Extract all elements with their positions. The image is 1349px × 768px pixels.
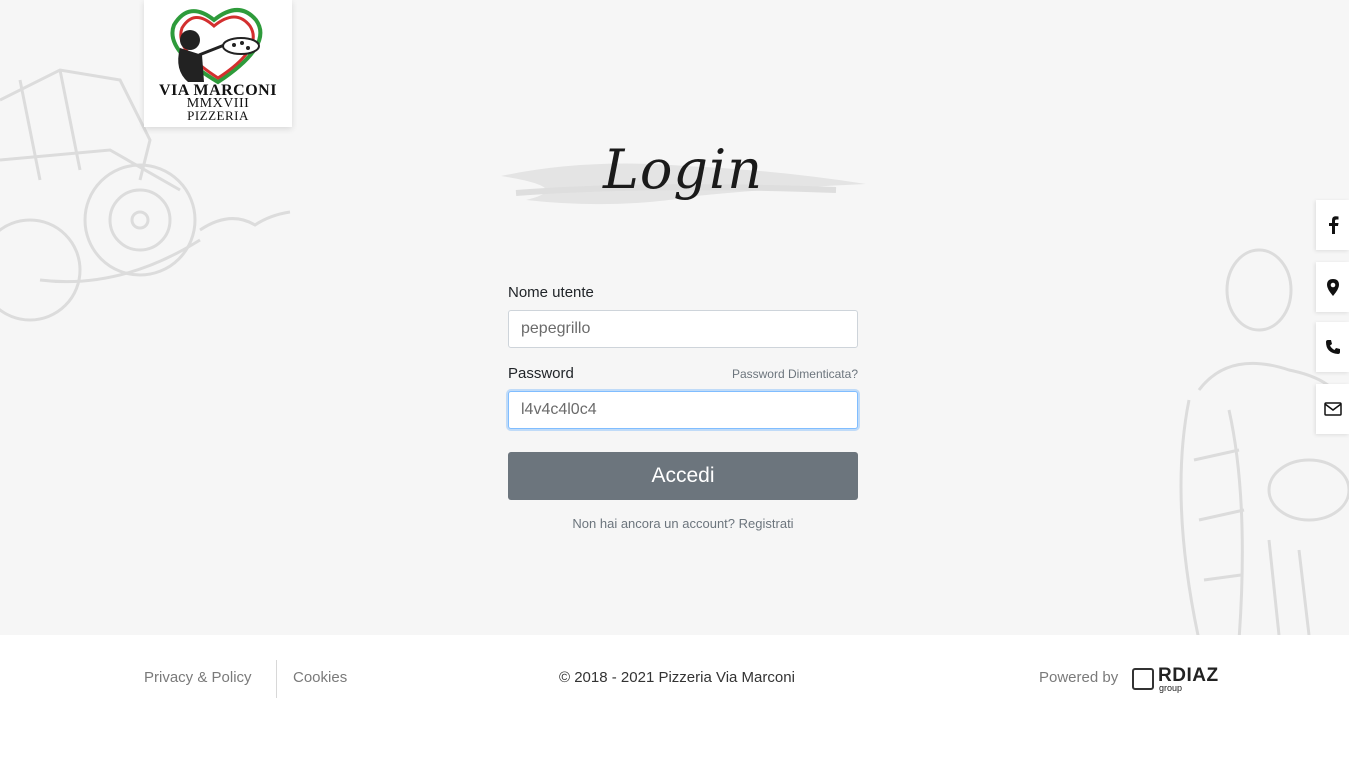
email-button[interactable] [1316,384,1349,434]
pizzeria-chef-logo-icon [170,8,263,85]
password-input[interactable] [508,391,858,429]
page-title: Login [603,138,763,201]
forgot-password-link[interactable]: Password Dimenticata? [732,367,858,381]
logo-subtitle: PIZZERIA [187,108,249,123]
facebook-button[interactable] [1316,200,1349,250]
username-label: Nome utente [508,284,594,301]
copyright-text: © 2018 - 2021 Pizzeria Via Marconi [559,669,795,686]
brand-logo-icon [1132,668,1154,690]
location-button[interactable] [1316,262,1349,312]
map-pin-icon [1326,278,1339,296]
envelope-icon [1323,402,1342,416]
pizzeria-logo[interactable]: VIA MARCONI MMXVIII PIZZERIA [144,0,292,127]
footer-divider [276,660,277,698]
phone-button[interactable] [1316,322,1349,372]
cookies-link[interactable]: Cookies [293,669,347,686]
register-prompt-text: Non hai ancora un account? [572,516,736,531]
password-label: Password [508,365,574,382]
powered-by-text: Powered by [1039,669,1119,686]
register-prompt: Non hai ancora un account? Registrati [508,516,858,531]
brand-subtitle: group [1159,683,1183,693]
phone-icon [1325,340,1340,354]
login-form: Nome utente Password Password Dimenticat… [508,282,858,531]
register-link[interactable]: Registrati [739,516,794,531]
login-button[interactable]: Accedi [508,452,858,500]
privacy-policy-link[interactable]: Privacy & Policy [144,669,252,686]
facebook-icon [1328,216,1338,234]
username-input[interactable] [508,310,858,348]
